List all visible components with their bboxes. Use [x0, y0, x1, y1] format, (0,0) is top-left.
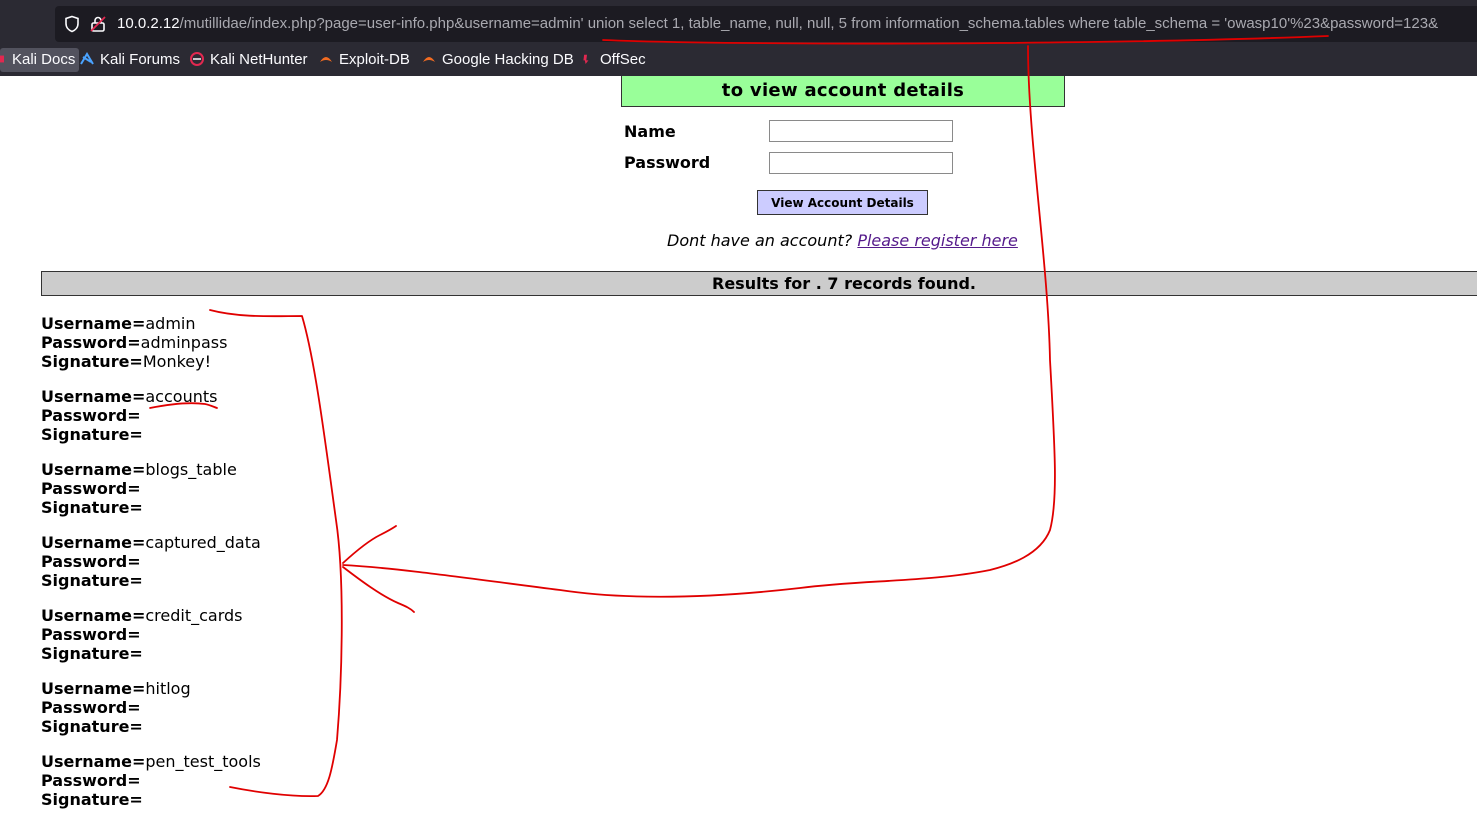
username-value: admin — [145, 314, 196, 333]
password-input[interactable] — [769, 152, 953, 174]
username-label: Username= — [41, 460, 146, 479]
signature-label: Signature= — [41, 644, 143, 663]
browser-chrome: 10.0.2.12/mutillidae/index.php?page=user… — [0, 0, 1477, 76]
nethunter-icon — [190, 52, 204, 66]
signature-label: Signature= — [41, 498, 143, 517]
username-value: accounts — [145, 387, 218, 406]
results-list: Username=admin Password=adminpass Signat… — [41, 314, 261, 825]
register-link[interactable]: Please register here — [857, 231, 1018, 250]
result-record: Username=pen_test_tools Password= Signat… — [41, 752, 261, 809]
username-label: Username= — [41, 387, 146, 406]
password-label: Password= — [41, 406, 141, 425]
signature-label: Signature= — [41, 425, 143, 444]
bookmark-exploit-db[interactable]: Exploit-DB — [319, 48, 410, 72]
bookmark-label: Exploit-DB — [339, 51, 410, 68]
password-label: Password= — [41, 552, 141, 571]
exploit-db-icon — [320, 57, 332, 62]
username-label: Username= — [41, 752, 146, 771]
bookmark-kali-docs[interactable]: Kali Docs — [0, 48, 80, 72]
kali-dragon-icon — [80, 52, 94, 65]
bookmark-label: Google Hacking DB — [442, 51, 574, 68]
result-record: Username=accounts Password= Signature= — [41, 387, 261, 444]
bookmark-kali-forums[interactable]: Kali Forums — [80, 48, 180, 72]
login-header: to view account details — [621, 76, 1065, 107]
register-prompt-line: Dont have an account? Please register he… — [667, 231, 1018, 250]
username-label: Username= — [41, 314, 146, 333]
register-prompt: Dont have an account? — [667, 231, 853, 250]
bookmarks-toolbar: Kali Docs Kali Forums Kali NetHunter Exp… — [0, 46, 1477, 74]
name-label: Name — [624, 122, 676, 141]
bookmark-label: Kali Docs — [12, 51, 76, 68]
insecure-lock-icon[interactable] — [89, 15, 107, 33]
bookmark-offsec[interactable]: OffSec — [582, 48, 646, 72]
username-value: captured_data — [145, 533, 261, 552]
username-value: credit_cards — [145, 606, 243, 625]
result-record: Username=captured_data Password= Signatu… — [41, 533, 261, 590]
url-path: /mutillidae/index.php?page=user-info.php… — [179, 15, 1439, 32]
username-value: blogs_table — [145, 460, 237, 479]
password-label: Password — [624, 153, 711, 172]
password-label: Password= — [41, 333, 141, 352]
username-value: pen_test_tools — [145, 752, 261, 771]
bookmark-google-hacking-db[interactable]: Google Hacking DB — [422, 48, 574, 72]
bookmark-label: OffSec — [600, 51, 646, 68]
password-value: adminpass — [140, 333, 228, 352]
arrow-head-upper-annotation — [342, 525, 397, 564]
username-label: Username= — [41, 679, 146, 698]
results-title: Results for . 7 records found. — [712, 274, 976, 293]
signature-label: Signature= — [41, 717, 143, 736]
kali-docs-icon — [0, 55, 4, 63]
ghdb-icon — [423, 57, 435, 62]
view-account-details-button[interactable]: View Account Details — [757, 190, 928, 215]
result-record: Username=credit_cards Password= Signatur… — [41, 606, 261, 663]
signature-label: Signature= — [41, 790, 143, 809]
username-value: hitlog — [145, 679, 191, 698]
password-label: Password= — [41, 698, 141, 717]
signature-label: Signature= — [41, 352, 143, 371]
result-record: Username=hitlog Password= Signature= — [41, 679, 261, 736]
result-record: Username=admin Password=adminpass Signat… — [41, 314, 261, 371]
address-bar[interactable]: 10.0.2.12/mutillidae/index.php?page=user… — [55, 6, 1477, 42]
results-header: Results for . 7 records found. — [41, 271, 1477, 296]
bookmark-label: Kali Forums — [100, 51, 181, 68]
bookmark-label: Kali NetHunter — [210, 51, 308, 68]
username-label: Username= — [41, 606, 146, 625]
username-label: Username= — [41, 533, 146, 552]
name-input[interactable] — [769, 120, 953, 142]
bookmark-kali-nethunter[interactable]: Kali NetHunter — [190, 48, 308, 72]
arrow-head-lower-annotation — [342, 566, 415, 613]
shield-icon[interactable] — [63, 15, 81, 33]
password-label: Password= — [41, 771, 141, 790]
url-text[interactable]: 10.0.2.12/mutillidae/index.php?page=user… — [117, 15, 1438, 32]
password-label: Password= — [41, 625, 141, 644]
offsec-icon — [583, 54, 589, 64]
signature-label: Signature= — [41, 571, 143, 590]
password-label: Password= — [41, 479, 141, 498]
result-record: Username=blogs_table Password= Signature… — [41, 460, 261, 517]
signature-value: Monkey! — [142, 352, 211, 371]
url-host: 10.0.2.12 — [117, 15, 180, 32]
